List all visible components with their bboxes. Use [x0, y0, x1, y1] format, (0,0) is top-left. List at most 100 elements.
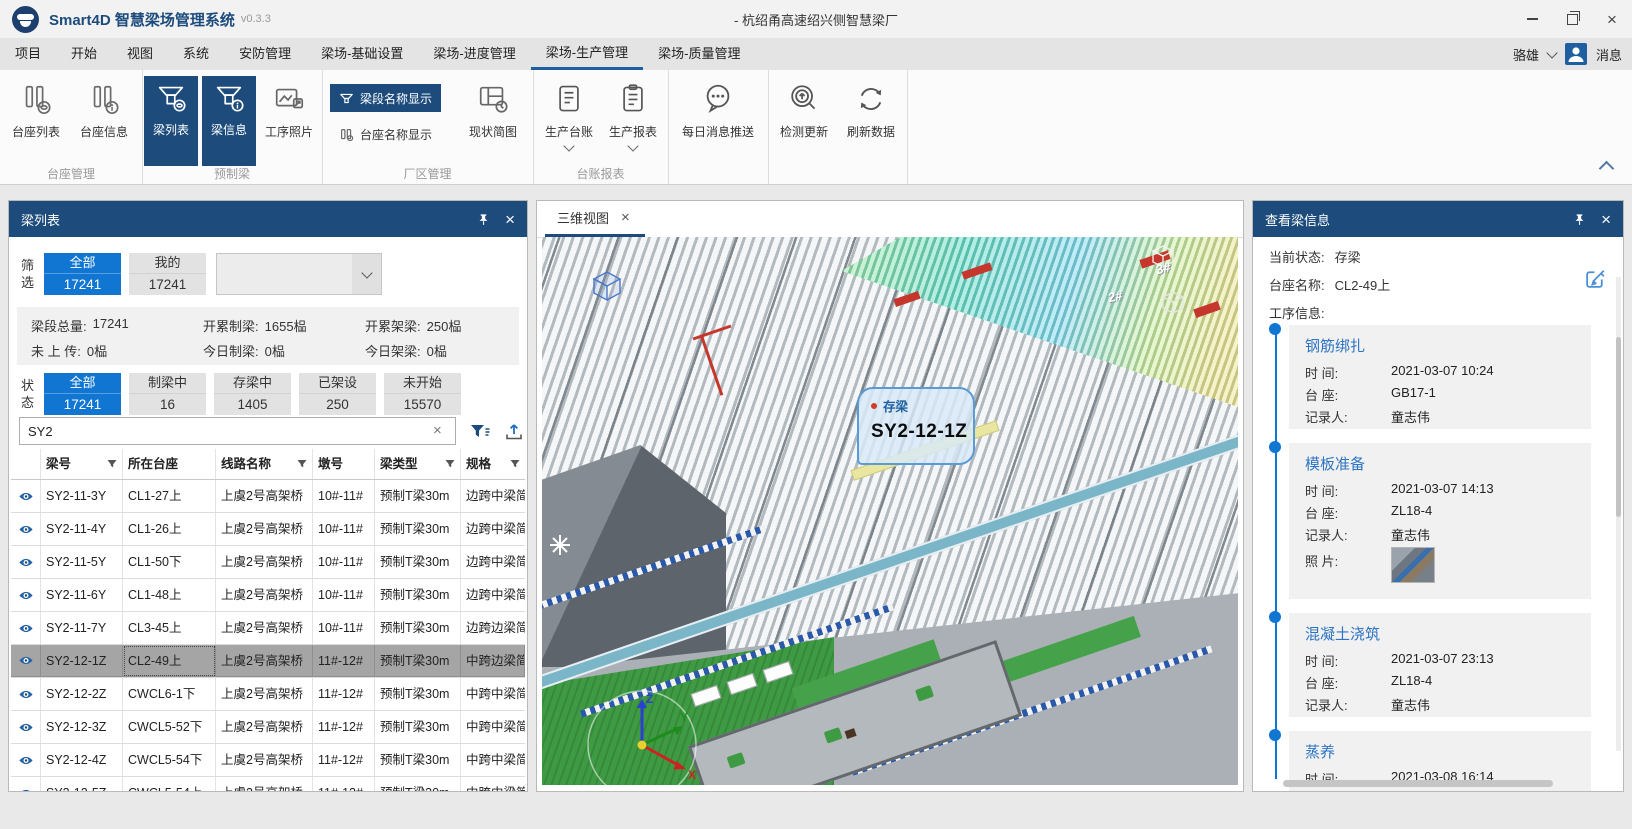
- production-ledger-button[interactable]: 生产台账: [539, 78, 599, 162]
- filter-tab-all[interactable]: 全部 17241: [44, 253, 121, 295]
- refresh-data-button[interactable]: 刷新数据: [840, 78, 902, 162]
- column-filter-icon[interactable]: [297, 459, 307, 469]
- eye-icon: [18, 491, 34, 502]
- vertical-scrollbar-thumb[interactable]: [1616, 337, 1621, 517]
- column-header-spec[interactable]: 规格: [461, 449, 525, 479]
- table-row-selected[interactable]: SY2-12-1ZCL2-49上上虞2号高架桥11#-12#预制T梁30m中跨边…: [11, 645, 525, 678]
- process-name-link[interactable]: 混凝土浇筑: [1305, 623, 1380, 644]
- user-name[interactable]: 骆雄: [1513, 45, 1539, 64]
- process-photo-button[interactable]: 工序照片: [258, 78, 320, 162]
- process-name-link[interactable]: 模板准备: [1305, 453, 1365, 474]
- table-row[interactable]: SY2-11-3YCL1-27上上虞2号高架桥10#-11#预制T梁30m边跨中…: [11, 480, 525, 513]
- status-tab-all[interactable]: 全部 17241: [44, 373, 121, 415]
- table-row[interactable]: SY2-11-6YCL1-48上上虞2号高架桥10#-11#预制T梁30m边跨中…: [11, 579, 525, 612]
- menu-item-project[interactable]: 项目: [0, 38, 56, 70]
- edit-button[interactable]: [1584, 267, 1607, 290]
- column-filter-icon[interactable]: [510, 459, 520, 469]
- segment-name-display-toggle[interactable]: 梁段名称显示: [330, 84, 441, 112]
- table-row[interactable]: SY2-12-5ZCWCL5-54上上虞2号高架桥11#-12#预制T梁30m中…: [11, 777, 525, 791]
- process-name-link[interactable]: 钢筋绑扎: [1305, 335, 1365, 356]
- cell-line: 上虞2号高架桥: [216, 744, 313, 776]
- export-button[interactable]: [501, 419, 527, 444]
- pin-button[interactable]: [1573, 213, 1586, 226]
- pedestal-name-display-toggle[interactable]: 台座名称显示: [330, 120, 441, 148]
- pin-button[interactable]: [477, 213, 490, 226]
- menu-item-quality[interactable]: 梁场-质量管理: [643, 38, 755, 70]
- clear-search-icon[interactable]: ×: [433, 422, 442, 439]
- view-beam-button[interactable]: [11, 744, 41, 776]
- view-beam-button[interactable]: [11, 711, 41, 743]
- close-panel-button[interactable]: ×: [505, 211, 515, 228]
- beam-list-button[interactable]: 梁列表: [144, 76, 198, 166]
- pedestal-list-button[interactable]: 台座列表: [4, 78, 68, 162]
- restore-button[interactable]: [1552, 0, 1592, 38]
- filter-row-label: 筛选: [21, 257, 37, 291]
- menu-item-security[interactable]: 安防管理: [224, 38, 306, 70]
- table-row[interactable]: SY2-11-4YCL1-26上上虞2号高架桥10#-11#预制T梁30m边跨中…: [11, 513, 525, 546]
- status-tab-stored[interactable]: 存梁中 1405: [214, 373, 291, 415]
- table-row[interactable]: SY2-12-3ZCWCL5-52下上虞2号高架桥11#-12#预制T梁30m中…: [11, 711, 525, 744]
- daily-message-push-button[interactable]: 每日消息推送: [672, 78, 764, 162]
- view-beam-button[interactable]: [11, 480, 41, 512]
- cell-type: 预制T梁30m: [375, 480, 461, 512]
- minimize-button[interactable]: [1512, 0, 1552, 38]
- close-button[interactable]: ×: [1592, 0, 1632, 38]
- column-header-pedestal[interactable]: 所在台座: [123, 449, 216, 479]
- view-beam-button[interactable]: [11, 678, 41, 710]
- filter-funnel-button[interactable]: [467, 419, 493, 444]
- menu-item-progress[interactable]: 梁场-进度管理: [418, 38, 530, 70]
- menu-item-view[interactable]: 视图: [112, 38, 168, 70]
- production-report-button[interactable]: 生产报表: [603, 78, 663, 162]
- search-input[interactable]: [19, 417, 456, 445]
- table-row[interactable]: SY2-12-4ZCWCL5-54下上虞2号高架桥11#-12#预制T梁30m中…: [11, 744, 525, 777]
- table-row[interactable]: SY2-11-5YCL1-50下上虞2号高架桥10#-11#预制T梁30m边跨中…: [11, 546, 525, 579]
- status-tab-erected[interactable]: 已架设 250: [299, 373, 376, 415]
- status-sketch-button[interactable]: 现状简图: [459, 78, 527, 162]
- production-ledger-icon: [553, 82, 585, 116]
- filter-tab-mine[interactable]: 我的 17241: [129, 253, 206, 295]
- close-panel-button[interactable]: ×: [1601, 211, 1611, 228]
- view-beam-button[interactable]: [11, 612, 41, 644]
- process-time: 2021-03-07 10:24: [1391, 363, 1494, 378]
- view-beam-button[interactable]: [11, 777, 41, 791]
- status-tab-fabricating[interactable]: 制梁中 16: [129, 373, 206, 415]
- check-update-button[interactable]: 检测更新: [772, 78, 836, 162]
- tab-3d-view-label: 三维视图: [557, 208, 609, 227]
- view-beam-button[interactable]: [11, 546, 41, 578]
- table-row[interactable]: SY2-11-7YCL3-45上上虞2号高架桥10#-11#预制T梁30m边跨边…: [11, 612, 525, 645]
- user-avatar[interactable]: [1565, 43, 1587, 65]
- menu-item-start[interactable]: 开始: [56, 38, 112, 70]
- process-photo-thumbnail[interactable]: [1391, 547, 1435, 583]
- beam-tag-balloon[interactable]: 存梁 SY2-12-1Z: [857, 387, 975, 465]
- combobox-chevron[interactable]: [352, 254, 381, 294]
- table-row[interactable]: SY2-12-2ZCWCL6-1下上虞2号高架桥11#-12#预制T梁30m中跨…: [11, 678, 525, 711]
- cell-pedestal: CWCL5-52下: [123, 711, 216, 743]
- process-name-link[interactable]: 蒸养: [1305, 741, 1335, 762]
- column-filter-icon[interactable]: [445, 459, 455, 469]
- horizontal-scrollbar-thumb[interactable]: [1283, 780, 1553, 787]
- 3d-viewport[interactable]: 存梁 SY2-12-1Z 2# 3# Z Y X: [542, 237, 1238, 785]
- filter-combobox[interactable]: [216, 253, 382, 295]
- current-status-label: 当前状态:: [1269, 247, 1325, 266]
- column-header-line-name[interactable]: 线路名称: [216, 449, 313, 479]
- user-dropdown-chevron-icon[interactable]: [1546, 47, 1557, 58]
- cell-spec: 边跨中梁简变连: [461, 546, 525, 578]
- pedestal-info-button[interactable]: 台座信息: [72, 78, 136, 162]
- view-beam-button[interactable]: [11, 579, 41, 611]
- menu-item-system[interactable]: 系统: [168, 38, 224, 70]
- view-cube-icon[interactable]: [1158, 289, 1188, 317]
- column-header-beam-no[interactable]: 梁号: [41, 449, 123, 479]
- column-header-pier-no[interactable]: 墩号: [313, 449, 375, 479]
- tab-3d-view[interactable]: 三维视图 ×: [545, 201, 642, 234]
- status-tab-not-started[interactable]: 未开始 15570: [384, 373, 461, 415]
- messages-link[interactable]: 消息: [1596, 45, 1622, 64]
- collapse-ribbon-chevron[interactable]: [1599, 161, 1615, 177]
- column-filter-icon[interactable]: [107, 459, 117, 469]
- menu-item-production[interactable]: 梁场-生产管理: [531, 38, 643, 70]
- beam-info-button[interactable]: 梁信息: [202, 76, 256, 166]
- menu-item-base-settings[interactable]: 梁场-基础设置: [306, 38, 418, 70]
- view-beam-button[interactable]: [11, 513, 41, 545]
- view-beam-button[interactable]: [11, 645, 41, 677]
- column-header-beam-type[interactable]: 梁类型: [375, 449, 461, 479]
- tab-close-icon[interactable]: ×: [621, 210, 630, 225]
